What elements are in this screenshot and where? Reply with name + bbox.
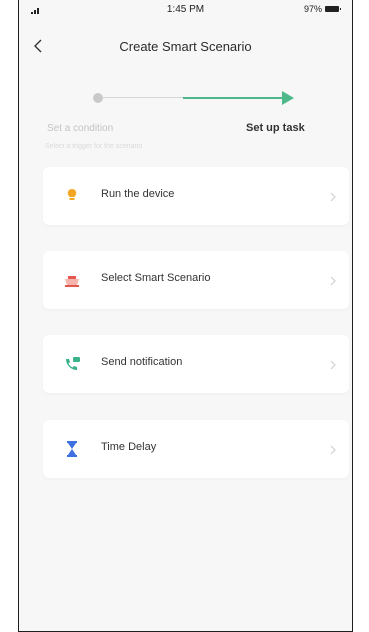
step2-label: Set up task (246, 122, 305, 134)
page-title: Create Smart Scenario (119, 39, 252, 54)
status-time: 1:45 PM (166, 4, 205, 15)
step1-line (103, 97, 183, 98)
step1-dot (93, 93, 103, 103)
progress-stepper: Set a condition Select a trigger for the… (19, 83, 352, 163)
status-bar: 1:45 PM 97% (19, 0, 352, 22)
scene-icon (63, 271, 81, 289)
nav-header: Create Smart Scenario (19, 33, 352, 61)
phone-screen: 1:45 PM 97% Create Smart Scenario Set a … (18, 0, 353, 632)
notification-icon (63, 355, 81, 373)
task-label: Select Smart Scenario (101, 272, 211, 284)
task-time-delay[interactable]: Time Delay (43, 420, 349, 478)
battery-percent: 97% (303, 4, 322, 14)
task-label: Time Delay (101, 441, 157, 453)
lightbulb-icon (63, 187, 81, 205)
chevron-right-icon (329, 274, 337, 286)
task-label: Send notification (101, 356, 183, 368)
step1-sublabel: Select a trigger for the scenario (45, 143, 143, 150)
step2-arrow-icon (282, 91, 294, 105)
chevron-right-icon (329, 358, 337, 370)
chevron-right-icon (329, 190, 337, 202)
hourglass-icon (63, 440, 81, 458)
task-send-notification[interactable]: Send notification (43, 335, 349, 393)
step1-label: Set a condition (47, 123, 114, 134)
task-label: Run the device (101, 188, 175, 200)
battery-icon (325, 6, 341, 12)
step2-line (183, 97, 283, 99)
task-select-scenario[interactable]: Select Smart Scenario (43, 251, 349, 309)
chevron-right-icon (329, 443, 337, 455)
task-run-device[interactable]: Run the device (43, 167, 349, 225)
